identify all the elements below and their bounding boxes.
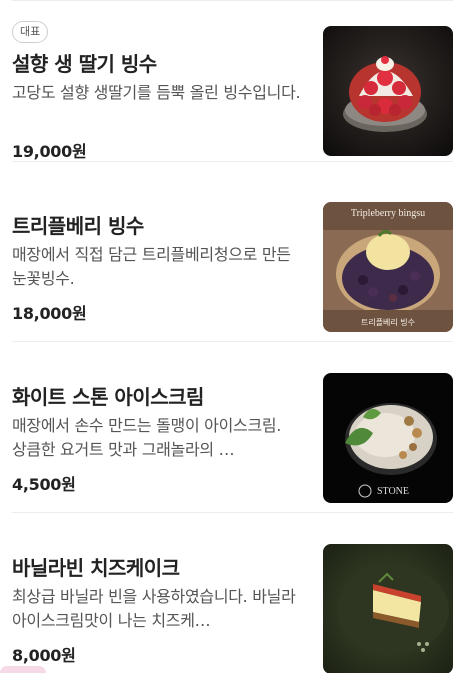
menu-item-white-stone-icecream[interactable]: 화이트 스톤 아이스크림 매장에서 손수 만드는 돌맹이 아이스크림. 상큼한 …	[12, 351, 453, 513]
bottom-indicator	[0, 666, 46, 673]
menu-item-description: 최상급 바닐라 빈을 사용하였습니다. 바닐라 아이스크림맛이 나는 치즈케…	[12, 587, 296, 630]
photo-caption-bottom: STONE	[377, 486, 409, 497]
menu-item-tripleberry-bingsu[interactable]: 트리플베리 빙수 매장에서 직접 담근 트리플베리청으로 만든 눈꽃빙수. 18…	[12, 180, 453, 342]
tripleberry-bingsu-photo-icon: Tripleberry bingsu 트리플베리 빙수	[323, 202, 453, 332]
white-stone-icecream-photo-icon: STONE	[323, 373, 453, 503]
menu-item-description: 고당도 설향 생딸기를 듬뿍 올린 빙수입니다.	[12, 83, 301, 102]
menu-item-price: 4,500원	[12, 475, 76, 494]
menu-item-photo[interactable]: Tripleberry bingsu 트리플베리 빙수	[323, 202, 453, 332]
menu-item-photo[interactable]	[323, 544, 453, 673]
item-divider	[12, 512, 453, 513]
menu-item-price: 18,000원	[12, 304, 87, 323]
menu-item-name: 바닐라빈 치즈케이크	[12, 556, 180, 580]
photo-caption-bottom: 트리플베리 빙수	[361, 318, 415, 327]
photo-caption-top: Tripleberry bingsu	[351, 208, 425, 219]
signature-badge: 대표	[12, 21, 49, 43]
strawberry-bingsu-photo-icon	[323, 26, 453, 156]
menu-item-photo[interactable]: STONE	[323, 373, 453, 503]
menu-item-description: 매장에서 직접 담근 트리플베리청으로 만든 눈꽃빙수.	[12, 245, 291, 288]
menu-item-vanilla-cheesecake[interactable]: 바닐라빈 치즈케이크 최상급 바닐라 빈을 사용하였습니다. 바닐라 아이스크림…	[12, 522, 453, 673]
menu-item-name: 화이트 스톤 아이스크림	[12, 385, 204, 409]
menu-item-price: 19,000원	[12, 142, 87, 161]
menu-item-name: 설향 생 딸기 빙수	[12, 52, 157, 76]
item-divider	[12, 341, 453, 342]
menu-item-name: 트리플베리 빙수	[12, 214, 144, 238]
menu-item-photo[interactable]	[323, 26, 453, 156]
menu-item-price: 8,000원	[12, 646, 76, 665]
menu-item-strawberry-bingsu[interactable]: 대표 설향 생 딸기 빙수 고당도 설향 생딸기를 듬뿍 올린 빙수입니다. 1…	[12, 0, 453, 162]
vanilla-cheesecake-photo-icon	[323, 544, 453, 673]
menu-item-description: 매장에서 손수 만드는 돌맹이 아이스크림. 상큼한 요거트 맛과 그래놀라의 …	[12, 416, 282, 459]
item-divider	[12, 161, 453, 162]
